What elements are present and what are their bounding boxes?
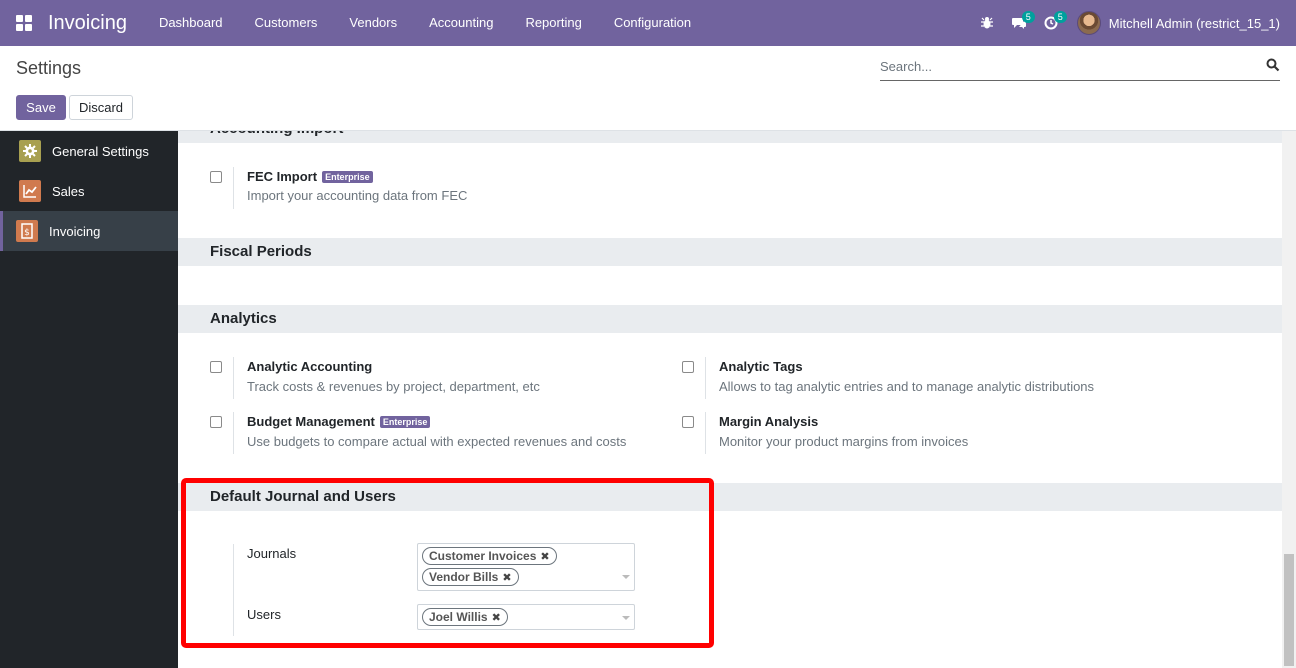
analytic-accounting-checkbox[interactable] xyxy=(210,361,222,373)
budget-management-checkbox[interactable] xyxy=(210,416,222,428)
analytic-tags-description: Allows to tag analytic entries and to ma… xyxy=(719,379,1095,394)
sidebar-item-label: General Settings xyxy=(52,143,149,159)
fec-import-description: Import your accounting data from FEC xyxy=(247,188,468,203)
main-menu: Dashboard Customers Vendors Accounting R… xyxy=(143,0,707,46)
analytic-accounting-label: Analytic Accounting xyxy=(247,359,373,374)
content-scrollbar[interactable] xyxy=(1282,131,1296,668)
enterprise-badge: Enterprise xyxy=(322,171,373,183)
discard-button[interactable]: Discard xyxy=(69,95,133,120)
save-button[interactable]: Save xyxy=(16,95,66,120)
apps-menu-icon[interactable] xyxy=(16,15,32,31)
fec-import-label-text: FEC Import xyxy=(247,169,318,184)
activities-count-badge: 5 xyxy=(1053,11,1067,23)
navbar-systray: 5 5 Mitchell Admin (restrict_15_1) xyxy=(971,0,1296,46)
messages-icon[interactable]: 5 xyxy=(1003,0,1035,46)
sidebar-item-invoicing[interactable]: $ Invoicing xyxy=(0,211,178,251)
fec-import-label: FEC Import Enterprise xyxy=(247,169,373,184)
user-avatar xyxy=(1076,11,1101,35)
menu-configuration[interactable]: Configuration xyxy=(598,0,707,46)
setting-divider xyxy=(233,412,234,454)
menu-dashboard[interactable]: Dashboard xyxy=(143,0,239,46)
search-input[interactable] xyxy=(880,55,1250,77)
budget-management-description: Use budgets to compare actual with expec… xyxy=(247,434,627,449)
budget-management-label: Budget Management Enterprise xyxy=(247,414,431,429)
control-panel: Settings Save Discard xyxy=(0,46,1296,131)
invoice-icon: $ xyxy=(16,220,38,242)
chart-icon xyxy=(19,180,41,202)
fec-import-checkbox[interactable] xyxy=(210,171,222,183)
margin-analysis-label: Margin Analysis xyxy=(719,414,819,429)
enterprise-badge: Enterprise xyxy=(379,416,431,428)
debug-bug-icon[interactable] xyxy=(971,0,1003,46)
setting-divider xyxy=(233,357,234,399)
margin-analysis-description: Monitor your product margins from invoic… xyxy=(719,434,969,449)
top-navbar: Invoicing Dashboard Customers Vendors Ac… xyxy=(0,0,1296,46)
user-menu[interactable]: Mitchell Admin (restrict_15_1) xyxy=(1076,11,1280,35)
search-icon[interactable] xyxy=(1266,58,1280,72)
sidebar-item-label: Invoicing xyxy=(49,223,101,239)
budget-management-label-text: Budget Management xyxy=(247,414,375,429)
gear-icon xyxy=(19,140,41,162)
sidebar-item-general-settings[interactable]: General Settings xyxy=(0,131,178,171)
section-title-analytics: Analytics xyxy=(178,305,1282,333)
section-title-fiscal-periods: Fiscal Periods xyxy=(178,238,1282,266)
analytic-tags-checkbox[interactable] xyxy=(682,361,694,373)
svg-text:$: $ xyxy=(24,228,30,238)
sidebar-item-sales[interactable]: Sales xyxy=(0,171,178,211)
analytic-accounting-description: Track costs & revenues by project, depar… xyxy=(247,379,540,394)
settings-sidebar: General Settings Sales $ Invoicing xyxy=(0,131,178,668)
search-bar xyxy=(880,55,1280,81)
setting-divider xyxy=(705,357,706,399)
highlight-box xyxy=(181,478,714,648)
app-brand[interactable]: Invoicing xyxy=(48,12,127,35)
section-title-accounting-import: Accounting Import xyxy=(178,131,1282,143)
sidebar-item-label: Sales xyxy=(52,183,85,199)
activities-clock-icon[interactable]: 5 xyxy=(1035,0,1067,46)
analytic-tags-label: Analytic Tags xyxy=(719,359,803,374)
menu-reporting[interactable]: Reporting xyxy=(509,0,597,46)
page-title: Settings xyxy=(16,58,82,78)
menu-customers[interactable]: Customers xyxy=(239,0,334,46)
menu-vendors[interactable]: Vendors xyxy=(333,0,413,46)
margin-analysis-checkbox[interactable] xyxy=(682,416,694,428)
messages-count-badge: 5 xyxy=(1021,11,1035,23)
setting-divider xyxy=(705,412,706,454)
scrollbar-thumb[interactable] xyxy=(1284,554,1294,666)
user-name: Mitchell Admin (restrict_15_1) xyxy=(1108,15,1280,31)
menu-accounting[interactable]: Accounting xyxy=(413,0,509,46)
setting-divider xyxy=(233,167,234,209)
